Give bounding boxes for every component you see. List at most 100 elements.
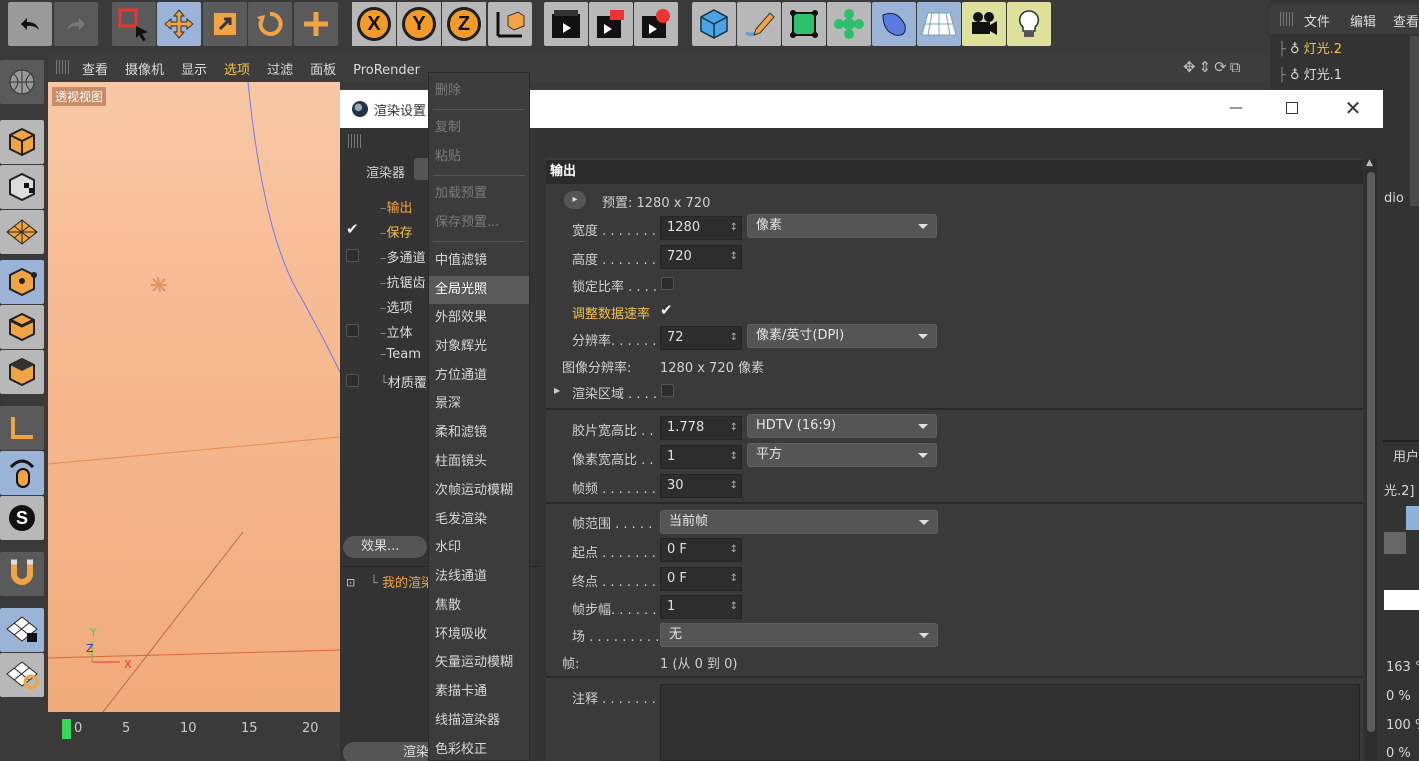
field-dropdown[interactable]: 无	[660, 623, 938, 647]
notes-textarea[interactable]	[660, 684, 1360, 761]
lock-workplane-icon[interactable]	[0, 608, 44, 652]
tree-save[interactable]: –保存	[380, 222, 413, 241]
lock-ratio-checkbox[interactable]	[661, 277, 674, 290]
objects-menu-view[interactable]: 查看	[1393, 11, 1419, 30]
menu-view[interactable]: 查看	[82, 59, 108, 78]
attr-tab-blue[interactable]	[1406, 506, 1419, 530]
undo-icon[interactable]	[8, 2, 52, 46]
render-settings-icon[interactable]	[634, 2, 678, 46]
width-input[interactable]: 1280	[660, 216, 742, 240]
menu-filter[interactable]: 过滤	[267, 59, 293, 78]
tree-team[interactable]: –Team	[380, 347, 421, 362]
render-picture-viewer-icon[interactable]	[589, 2, 633, 46]
menu-item-cylindrical-lens[interactable]: 柱面镜头	[429, 449, 529, 475]
camera-icon[interactable]	[962, 2, 1006, 46]
effects-button[interactable]: 效果...	[343, 536, 427, 558]
tree-options[interactable]: –选项	[380, 297, 413, 316]
menu-item-normal-pass[interactable]: 法线通道	[429, 564, 529, 590]
menu-item-delete[interactable]: 删除	[429, 78, 529, 104]
menu-item-save-preset[interactable]: 保存预置...	[429, 210, 529, 236]
menu-item-load-preset[interactable]: 加载预置	[429, 181, 529, 207]
attr-tab-gray[interactable]	[1384, 532, 1406, 554]
workplane-icon[interactable]	[0, 210, 44, 254]
snap-magnet-icon[interactable]	[0, 552, 44, 596]
move-icon[interactable]	[157, 2, 201, 46]
menu-item-object-glow[interactable]: 对象辉光	[429, 334, 529, 360]
adjust-data-rate-check[interactable]: ✔	[660, 301, 673, 319]
resolution-input[interactable]: 72	[660, 326, 742, 350]
model-mode-icon[interactable]	[0, 120, 44, 164]
resolution-unit-dropdown[interactable]: 像素/英寸(DPI)	[747, 324, 937, 348]
menu-item-sketch-toon[interactable]: 素描卡通	[429, 679, 529, 705]
minimize-button[interactable]: —	[1216, 100, 1256, 120]
output-scrollbar[interactable]: ▲	[1365, 158, 1377, 761]
menu-item-position-pass[interactable]: 方位通道	[429, 363, 529, 389]
tweak-mode-icon[interactable]	[0, 451, 44, 495]
start-input[interactable]: 0 F	[660, 538, 742, 562]
render-view-icon[interactable]	[544, 2, 588, 46]
floor-icon[interactable]	[917, 2, 961, 46]
attr-swatch-white[interactable]	[1384, 590, 1419, 610]
pixel-aspect-dropdown[interactable]: 平方	[747, 443, 937, 467]
film-aspect-input[interactable]: 1.778	[660, 416, 742, 440]
scale-icon[interactable]	[203, 2, 247, 46]
menu-item-paste[interactable]: 粘贴	[429, 144, 529, 170]
frame-range-dropdown[interactable]: 当前帧	[660, 510, 938, 534]
tree-stereo-checkbox[interactable]	[346, 324, 359, 337]
x-axis-lock-icon[interactable]: X	[352, 2, 396, 46]
render-region-expand-icon[interactable]: ▶	[554, 386, 560, 395]
deformer-icon[interactable]	[872, 2, 916, 46]
object-item-light2[interactable]: ├ ♁ 灯光.2	[1278, 38, 1408, 60]
timeline[interactable]: 0 5 10 15 20	[48, 712, 340, 761]
menu-display[interactable]: 显示	[181, 59, 207, 78]
menu-item-global-illumination[interactable]: 全局光照	[429, 276, 529, 304]
menu-item-line-renderer[interactable]: 线描渲染器	[429, 708, 529, 734]
viewport-nav-icons[interactable]: ✥⇕⟳⧉	[1183, 58, 1243, 76]
width-unit-dropdown[interactable]: 像素	[747, 214, 937, 238]
pixel-aspect-input[interactable]: 1	[660, 445, 742, 469]
add-icon[interactable]	[294, 2, 338, 46]
texture-mode-icon[interactable]	[0, 165, 44, 209]
live-selection-icon[interactable]	[112, 2, 156, 46]
redo-icon[interactable]	[54, 2, 98, 46]
menu-item-subframe-motion-blur[interactable]: 次帧运动模糊	[429, 478, 529, 504]
perspective-viewport[interactable]: 透视视图 Y Z X	[48, 82, 340, 712]
scroll-up-arrow[interactable]: ▲	[1366, 158, 1373, 168]
rotate-icon[interactable]	[248, 2, 292, 46]
tree-antialias[interactable]: –抗锯齿	[380, 272, 426, 291]
solo-icon[interactable]: S	[0, 496, 44, 540]
fps-input[interactable]: 30	[660, 474, 742, 498]
tree-save-checkbox[interactable]: ✔	[346, 222, 359, 237]
cloner-icon[interactable]	[827, 2, 871, 46]
subdivision-icon[interactable]	[782, 2, 826, 46]
timeline-playhead[interactable]	[62, 719, 71, 739]
menu-item-copy[interactable]: 复制	[429, 115, 529, 141]
menu-item-watermark[interactable]: 水印	[429, 535, 529, 561]
scrollbar-thumb[interactable]	[1367, 172, 1375, 732]
z-axis-lock-icon[interactable]: Z	[442, 2, 486, 46]
renderer-dropdown[interactable]	[414, 158, 428, 180]
end-input[interactable]: 0 F	[660, 567, 742, 591]
tree-multipass[interactable]: –多通道	[380, 247, 426, 266]
menu-camera[interactable]: 摄像机	[125, 59, 164, 78]
menu-item-vector-motion-blur[interactable]: 矢量运动模糊	[429, 650, 529, 676]
frame-step-input[interactable]: 1	[660, 595, 742, 619]
tree-material-override-checkbox[interactable]	[346, 374, 359, 387]
light-icon[interactable]	[1007, 2, 1051, 46]
maximize-button[interactable]	[1286, 102, 1298, 114]
pen-spline-icon[interactable]	[737, 2, 781, 46]
cube-object-icon[interactable]	[692, 2, 736, 46]
world-coordinates-icon[interactable]	[488, 2, 532, 46]
film-aspect-dropdown[interactable]: HDTV (16:9)	[747, 414, 937, 438]
y-axis-lock-icon[interactable]: Y	[397, 2, 441, 46]
menu-item-color-correction[interactable]: 色彩校正	[429, 737, 529, 761]
workplane-rotate-icon[interactable]	[0, 653, 44, 697]
edges-mode-icon[interactable]	[0, 305, 44, 349]
tree-stereo[interactable]: –立体	[380, 322, 413, 341]
close-button[interactable]: ✕	[1340, 96, 1366, 122]
menu-item-median-filter[interactable]: 中值滤镜	[429, 248, 529, 274]
menu-item-ambient-occlusion[interactable]: 环境吸收	[429, 622, 529, 648]
menu-panel[interactable]: 面板	[310, 59, 336, 78]
render-region-checkbox[interactable]	[661, 384, 674, 397]
axis-mode-icon[interactable]	[0, 406, 44, 450]
